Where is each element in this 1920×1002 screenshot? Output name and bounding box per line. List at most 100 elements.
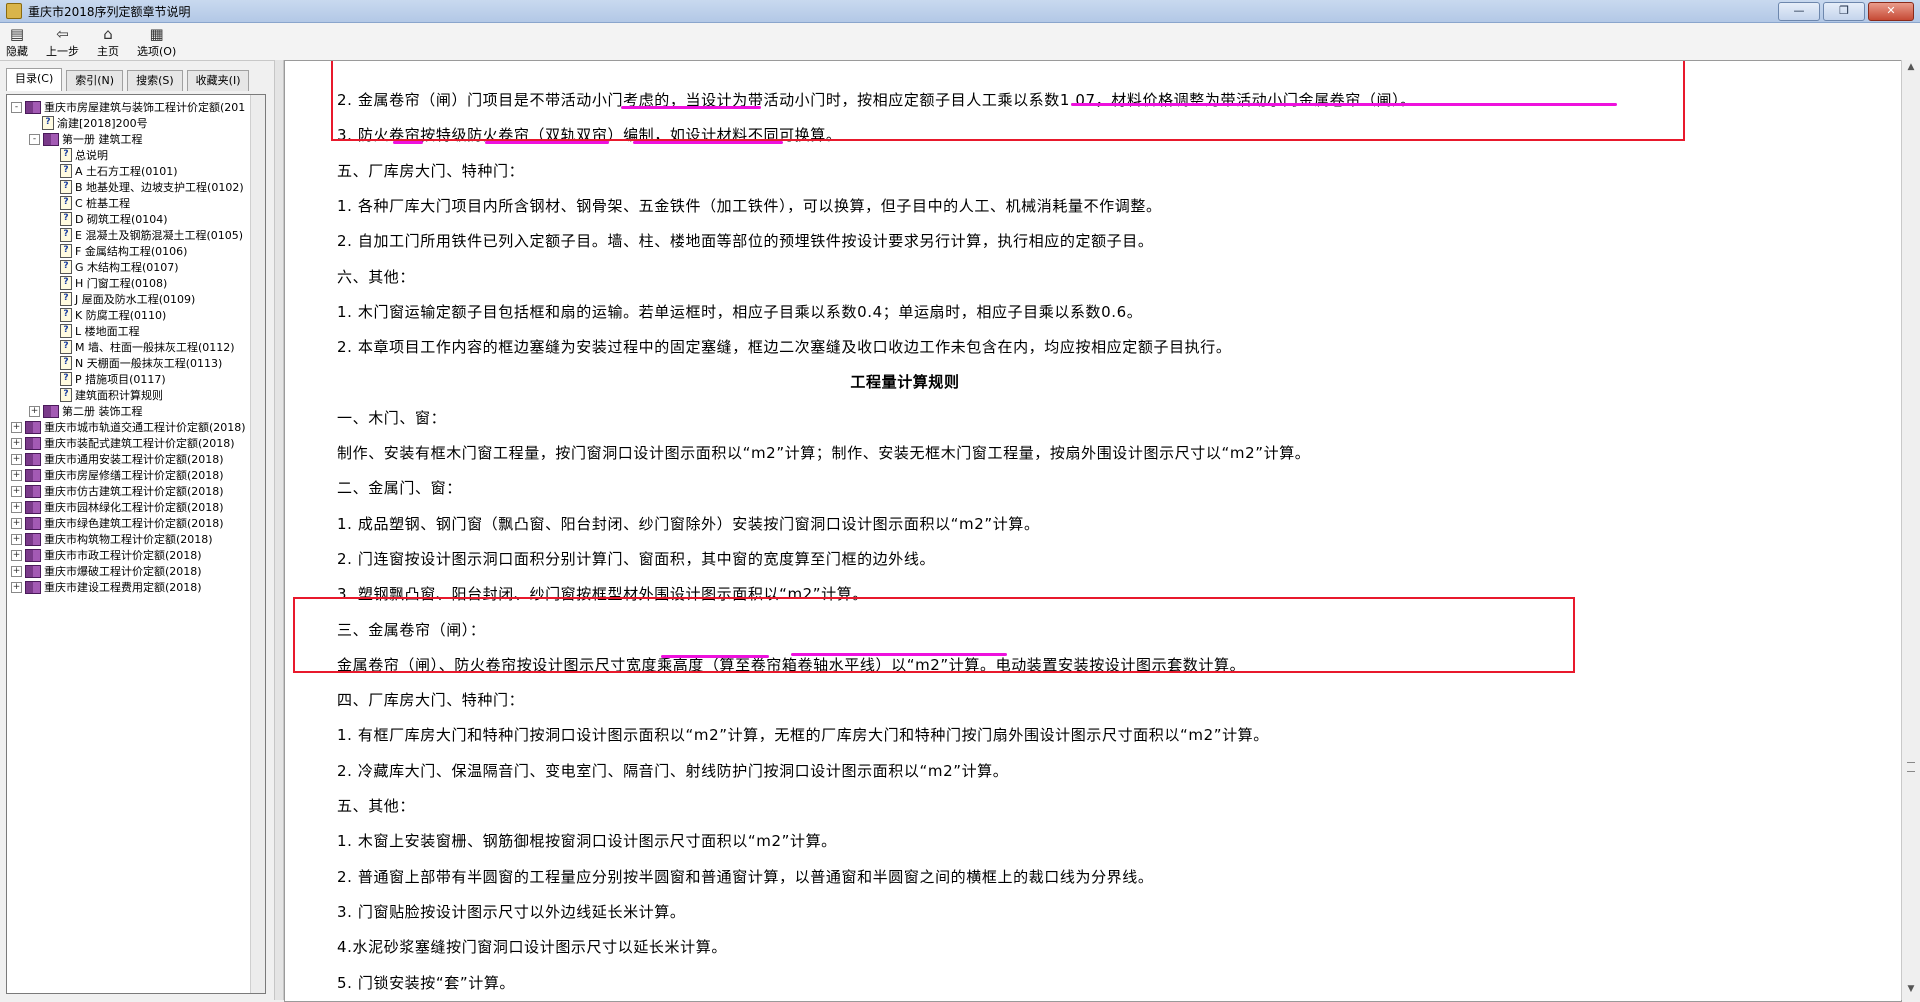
underline-mark bbox=[621, 106, 761, 109]
tree-node-label: 重庆市通用安装工程计价定额(2018) bbox=[44, 453, 224, 466]
book-icon bbox=[43, 404, 59, 418]
book-icon bbox=[25, 468, 41, 482]
tree-node[interactable]: ? J 屋面及防水工程(0109) bbox=[11, 291, 261, 307]
tree-node[interactable]: + 重庆市仿古建筑工程计价定额(2018) bbox=[11, 483, 261, 499]
app-icon bbox=[6, 3, 22, 19]
help-page-icon: ? bbox=[60, 228, 72, 242]
book-icon bbox=[43, 132, 59, 146]
tab-contents[interactable]: 目录(C) bbox=[6, 68, 63, 91]
tree-node[interactable]: ? B 地基处理、边坡支护工程(0102) bbox=[11, 179, 261, 195]
expand-icon[interactable]: + bbox=[11, 469, 22, 481]
tree-node-label: 重庆市建设工程费用定额(2018) bbox=[44, 581, 202, 594]
expand-icon[interactable]: + bbox=[11, 501, 22, 513]
tree-node[interactable]: + 重庆市园林绿化工程计价定额(2018) bbox=[11, 499, 261, 515]
close-button[interactable]: ✕ bbox=[1868, 2, 1914, 21]
back-icon: ⇦ bbox=[56, 25, 69, 43]
restore-button[interactable]: ❐ bbox=[1823, 2, 1865, 21]
tree-node[interactable]: ? E 混凝土及钢筋混凝土工程(0105) bbox=[11, 227, 261, 243]
document-scrollbar[interactable]: ▲ ▼ bbox=[1901, 60, 1920, 1000]
tree-node-label: 重庆市绿色建筑工程计价定额(2018) bbox=[44, 517, 224, 530]
scroll-up-icon[interactable]: ▲ bbox=[1904, 62, 1918, 76]
tree-node[interactable]: ? 总说明 bbox=[11, 147, 261, 163]
expand-icon[interactable]: + bbox=[11, 565, 22, 577]
tree-node[interactable]: + 重庆市绿色建筑工程计价定额(2018) bbox=[11, 515, 261, 531]
tree-node[interactable]: ? 建筑面积计算规则 bbox=[11, 387, 261, 403]
tab-search[interactable]: 搜索(S) bbox=[127, 70, 183, 91]
doc-line: 2. 普通窗上部带有半圆窗的工程量应分别按半圆窗和普通窗计算，以普通窗和半圆窗之… bbox=[337, 867, 1154, 886]
tree-node-label: E 混凝土及钢筋混凝土工程(0105) bbox=[75, 229, 244, 242]
tree-scrollbar[interactable] bbox=[250, 95, 265, 993]
expand-icon[interactable]: + bbox=[11, 437, 22, 449]
tree-node[interactable]: ? D 砌筑工程(0104) bbox=[11, 211, 261, 227]
hide-button[interactable]: ▤ 隐藏 bbox=[6, 23, 28, 59]
tree-node-label: M 墙、柱面一般抹灰工程(0112) bbox=[75, 341, 235, 354]
back-button[interactable]: ⇦ 上一步 bbox=[46, 23, 79, 59]
tab-favorites[interactable]: 收藏夹(I) bbox=[186, 70, 250, 91]
tree-node-label: 第一册 建筑工程 bbox=[62, 133, 143, 146]
tree-node-label: F 金属结构工程(0106) bbox=[75, 245, 188, 258]
tree-node[interactable]: ? L 楼地面工程 bbox=[11, 323, 261, 339]
tree-node[interactable]: ? P 措施项目(0117) bbox=[11, 371, 261, 387]
tree-node[interactable]: + 第二册 装饰工程 bbox=[11, 403, 261, 419]
tree-node[interactable]: ? F 金属结构工程(0106) bbox=[11, 243, 261, 259]
tree-node[interactable]: ? N 天棚面一般抹灰工程(0113) bbox=[11, 355, 261, 371]
home-icon: ⌂ bbox=[103, 25, 113, 43]
help-page-icon: ? bbox=[60, 196, 72, 210]
nav-tabs: 目录(C) 索引(N) 搜索(S) 收藏夹(I) bbox=[6, 68, 274, 94]
tree-node[interactable]: + 重庆市构筑物工程计价定额(2018) bbox=[11, 531, 261, 547]
contents-tree-box: - 重庆市房屋建筑与装饰工程计价定额(201? 渝建[2018]200号 - 第一册 建… bbox=[6, 94, 266, 994]
tree-node-label: 建筑面积计算规则 bbox=[75, 389, 163, 402]
tree-node[interactable]: ? K 防腐工程(0110) bbox=[11, 307, 261, 323]
collapse-icon[interactable]: - bbox=[11, 101, 22, 113]
expand-icon[interactable]: + bbox=[11, 517, 22, 529]
expand-icon[interactable]: + bbox=[11, 485, 22, 497]
collapse-icon[interactable]: - bbox=[29, 133, 40, 145]
doc-line: 五、厂库房大门、特种门： bbox=[337, 161, 525, 180]
tree-node[interactable]: + 重庆市通用安装工程计价定额(2018) bbox=[11, 451, 261, 467]
tree-node[interactable]: ? A 土石方工程(0101) bbox=[11, 163, 261, 179]
help-page-icon: ? bbox=[60, 388, 72, 402]
tree-node[interactable]: ? H 门窗工程(0108) bbox=[11, 275, 261, 291]
expand-icon[interactable]: + bbox=[11, 453, 22, 465]
minimize-button[interactable]: — bbox=[1778, 2, 1820, 21]
expand-icon[interactable]: + bbox=[11, 421, 22, 433]
expand-icon[interactable]: + bbox=[11, 581, 22, 593]
help-page-icon: ? bbox=[60, 372, 72, 386]
tree-node[interactable]: + 重庆市房屋修缮工程计价定额(2018) bbox=[11, 467, 261, 483]
tree-node[interactable]: + 重庆市爆破工程计价定额(2018) bbox=[11, 563, 261, 579]
help-page-icon: ? bbox=[42, 116, 54, 130]
doc-line: 1. 各种厂库大门项目内所含钢材、钢骨架、五金铁件（加工铁件），可以换算，但子目… bbox=[337, 196, 1162, 215]
scroll-thumb[interactable] bbox=[1907, 762, 1915, 772]
tab-index[interactable]: 索引(N) bbox=[66, 70, 124, 91]
tree-node[interactable]: + 重庆市城市轨道交通工程计价定额(2018) bbox=[11, 419, 261, 435]
help-page-icon: ? bbox=[60, 260, 72, 274]
tree-node-label: D 砌筑工程(0104) bbox=[75, 213, 168, 226]
help-page-icon: ? bbox=[60, 308, 72, 322]
scroll-down-icon[interactable]: ▼ bbox=[1904, 984, 1918, 998]
expand-icon[interactable]: + bbox=[29, 405, 40, 417]
tree-node-label: A 土石方工程(0101) bbox=[75, 165, 178, 178]
home-button[interactable]: ⌂ 主页 bbox=[97, 23, 119, 59]
tree-node[interactable]: - 重庆市房屋建筑与装饰工程计价定额(201 bbox=[11, 99, 261, 115]
expand-icon[interactable]: + bbox=[11, 533, 22, 545]
tree-node[interactable]: + 重庆市装配式建筑工程计价定额(2018) bbox=[11, 435, 261, 451]
hide-icon: ▤ bbox=[9, 25, 25, 43]
doc-line: 2. 本章项目工作内容的框边塞缝为安装过程中的固定塞缝，框边二次塞缝及收口收边工… bbox=[337, 338, 1232, 357]
tree-node[interactable]: ? M 墙、柱面一般抹灰工程(0112) bbox=[11, 339, 261, 355]
tree-node[interactable]: - 第一册 建筑工程 bbox=[11, 131, 261, 147]
book-icon bbox=[25, 580, 41, 594]
options-button[interactable]: ▦ 选项(O) bbox=[137, 23, 176, 59]
tree-node-label: H 门窗工程(0108) bbox=[75, 277, 168, 290]
tree-node[interactable]: ? G 木结构工程(0107) bbox=[11, 259, 261, 275]
tree-node[interactable]: ? 渝建[2018]200号 bbox=[11, 115, 261, 131]
help-page-icon: ? bbox=[60, 356, 72, 370]
doc-line: 五、其他： bbox=[337, 797, 416, 815]
tree-node[interactable]: + 重庆市市政工程计价定额(2018) bbox=[11, 547, 261, 563]
expand-icon[interactable]: + bbox=[11, 549, 22, 561]
book-icon bbox=[25, 532, 41, 546]
underline-mark bbox=[393, 141, 423, 144]
tree-node-label: 重庆市构筑物工程计价定额(2018) bbox=[44, 533, 213, 546]
pane-splitter[interactable] bbox=[274, 60, 284, 1000]
tree-node[interactable]: + 重庆市建设工程费用定额(2018) bbox=[11, 579, 261, 595]
tree-node[interactable]: ? C 桩基工程 bbox=[11, 195, 261, 211]
